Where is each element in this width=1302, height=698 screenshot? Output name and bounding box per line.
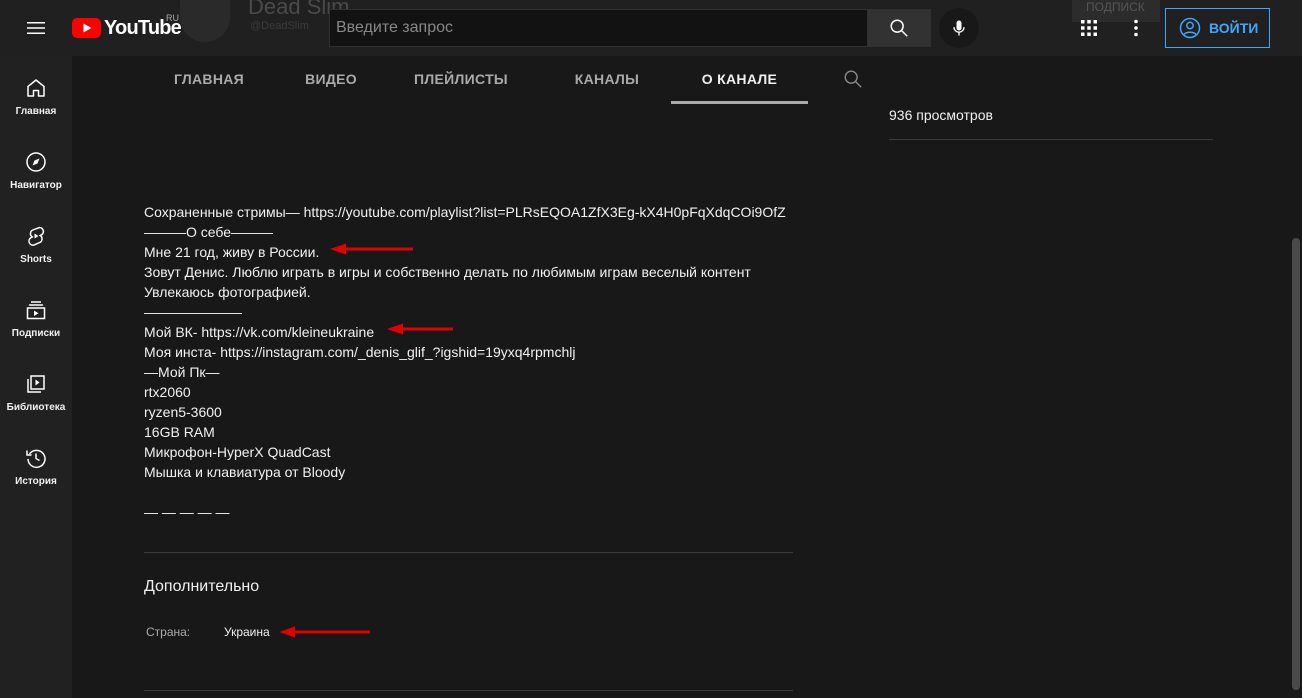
description-line: Зовут Денис. Люблю играть в игры и собст… bbox=[144, 264, 751, 280]
description-line: rtx2060 bbox=[144, 384, 191, 400]
section-divider bbox=[144, 552, 793, 553]
description-line: Мышка и клавиатура от Bloody bbox=[144, 464, 346, 480]
search-input[interactable] bbox=[329, 9, 868, 47]
masthead: Dead Slim @DeadSlim ПОДПИСК YouTube RU В… bbox=[0, 0, 1302, 56]
search-icon bbox=[890, 19, 908, 37]
tab-about[interactable]: О КАНАЛЕ bbox=[671, 56, 808, 104]
library-icon bbox=[27, 375, 45, 393]
description-line: Увлекаюсь фотографией. bbox=[144, 284, 311, 300]
description-line: —Мой Пк— bbox=[144, 364, 220, 380]
guide-label-explore: Навигатор bbox=[10, 180, 62, 191]
guide-label-shorts: Shorts bbox=[20, 254, 52, 265]
channel-search-icon[interactable] bbox=[842, 68, 866, 92]
annotation-arrow-icon bbox=[330, 243, 413, 255]
guide-item-shorts[interactable]: Shorts bbox=[0, 204, 72, 278]
guide-label-subscriptions: Подписки bbox=[11, 328, 61, 339]
guide-item-library[interactable]: Библиотека bbox=[0, 352, 72, 426]
more-vert-icon[interactable] bbox=[1124, 16, 1148, 40]
guide-label-library: Библиотека bbox=[6, 402, 66, 413]
compass-icon bbox=[26, 152, 46, 172]
stats-divider bbox=[889, 139, 1213, 140]
guide-item-home[interactable]: Главная bbox=[0, 56, 72, 130]
tab-videos[interactable]: ВИДЕО bbox=[284, 56, 378, 104]
guide-label-home: Главная bbox=[15, 106, 57, 117]
sign-in-label: ВОЙТИ bbox=[1209, 20, 1259, 36]
description-line: Моя инста- https://instagram.com/_denis_… bbox=[144, 344, 576, 360]
description-line: 16GB RAM bbox=[144, 424, 215, 440]
youtube-play-icon bbox=[72, 18, 101, 38]
description-line: Мне 21 год, живу в России. bbox=[144, 244, 320, 260]
description-line: Сохраненные стримы— https://youtube.com/… bbox=[144, 204, 786, 220]
description-line: Мой ВК- https://vk.com/kleineukraine bbox=[144, 324, 375, 340]
country-value: Украина bbox=[224, 625, 270, 639]
home-icon bbox=[27, 79, 45, 97]
shorts-icon bbox=[28, 226, 45, 246]
ghost-channel-subtitle: @DeadSlim bbox=[250, 20, 309, 32]
description-line: ——————— bbox=[144, 304, 242, 320]
details-title: Дополнительно bbox=[144, 578, 260, 595]
guide-item-history[interactable]: История bbox=[0, 426, 72, 500]
apps-icon[interactable] bbox=[1077, 16, 1101, 40]
logo-region: RU bbox=[166, 13, 179, 23]
annotation-arrow-icon bbox=[387, 323, 453, 335]
description-line: — — — — — bbox=[144, 504, 230, 520]
youtube-logo[interactable]: YouTube bbox=[72, 14, 182, 42]
tab-home[interactable]: ГЛАВНАЯ bbox=[150, 56, 268, 104]
section-divider bbox=[144, 690, 793, 691]
description-line bbox=[144, 482, 794, 502]
account-icon bbox=[1179, 17, 1201, 39]
menu-icon[interactable] bbox=[24, 16, 48, 40]
guide-label-history: История bbox=[15, 476, 57, 487]
channel-description: Сохраненные стримы— https://youtube.com/… bbox=[144, 202, 794, 522]
sign-in-button[interactable]: ВОЙТИ bbox=[1165, 8, 1270, 48]
description-line: ryzen5-3600 bbox=[144, 404, 222, 420]
description-line: Микрофон-HyperX QuadCast bbox=[144, 444, 331, 460]
country-label: Страна: bbox=[146, 625, 191, 639]
view-count: 936 просмотров bbox=[889, 107, 993, 123]
search-button[interactable] bbox=[867, 9, 931, 47]
mini-guide: Главная Навигатор Shorts Подписки Библио… bbox=[0, 56, 72, 698]
voice-search-button[interactable] bbox=[939, 8, 979, 48]
guide-item-subscriptions[interactable]: Подписки bbox=[0, 278, 72, 352]
microphone-icon bbox=[953, 20, 965, 36]
channel-tabs: ГЛАВНАЯ ВИДЕО ПЛЕЙЛИСТЫ КАНАЛЫ О КАНАЛЕ bbox=[72, 56, 1302, 104]
tab-playlists[interactable]: ПЛЕЙЛИСТЫ bbox=[402, 56, 520, 104]
history-icon bbox=[26, 449, 46, 468]
scrollbar-thumb[interactable] bbox=[1292, 238, 1300, 690]
annotation-arrow-icon bbox=[279, 626, 370, 638]
tab-channels[interactable]: КАНАЛЫ bbox=[552, 56, 662, 104]
ghost-channel-avatar bbox=[180, 0, 230, 42]
subscriptions-icon bbox=[26, 301, 46, 320]
description-line: ———О себе——— bbox=[144, 224, 274, 240]
guide-item-explore[interactable]: Навигатор bbox=[0, 130, 72, 204]
